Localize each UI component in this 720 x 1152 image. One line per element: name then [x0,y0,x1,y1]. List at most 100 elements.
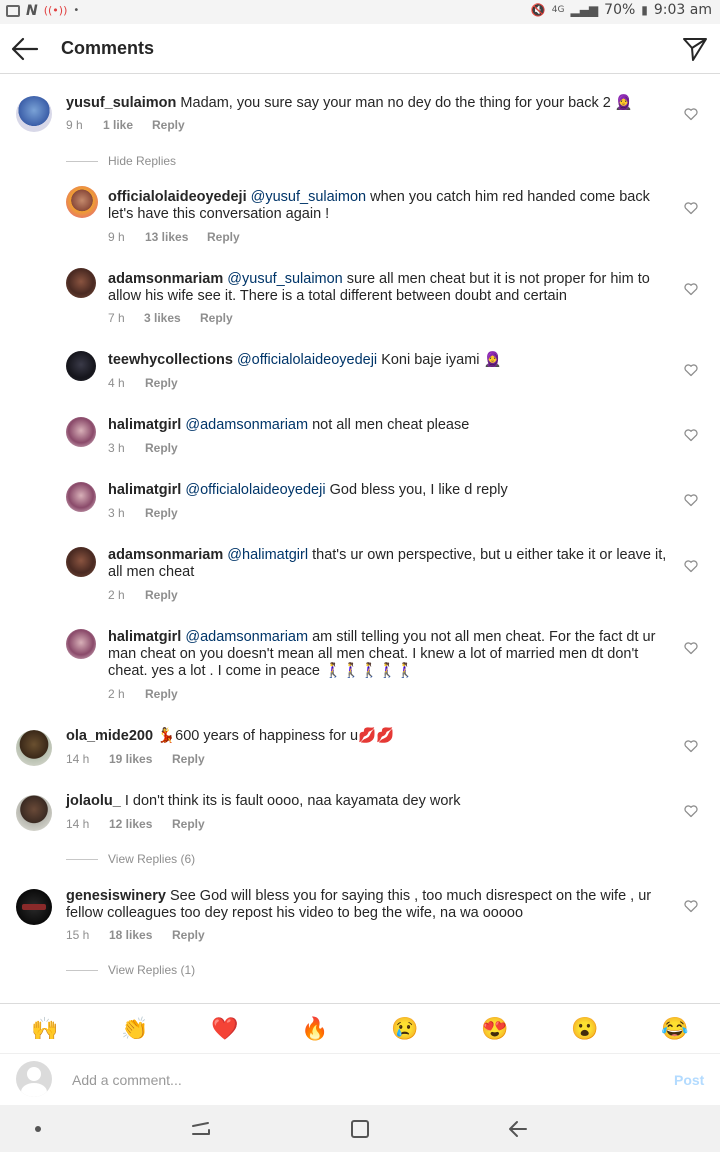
avatar[interactable] [66,351,96,381]
heart-icon[interactable] [684,201,698,215]
view-replies-toggle[interactable]: View Replies (6) [66,852,195,866]
comment-username[interactable]: yusuf_sulaimon [66,95,176,111]
comment-time: 9 h [66,118,83,132]
arrow-left-icon[interactable] [10,36,40,62]
mention-link[interactable]: @adamsonmariam [185,629,308,645]
clapping-emoji-button[interactable]: 👏 [121,1016,149,1042]
gallery-icon [6,5,20,17]
avatar[interactable] [16,795,52,831]
system-nav-bar [0,1105,720,1152]
recents-icon[interactable] [189,1117,213,1141]
comment-meta: 2 h Reply [108,687,178,701]
reply-button[interactable]: Reply [145,376,178,390]
view-replies-label[interactable]: View Replies (1) [108,963,195,977]
surprised-emoji-button[interactable]: 😮 [571,1016,599,1042]
comment-meta: 14 h 12 likes Reply [66,817,205,831]
comment-text: adamsonmariam @yusuf_sulaimon sure all m… [108,271,668,305]
avatar[interactable] [66,417,96,447]
comment-text: officialolaideoyedeji @yusuf_sulaimon wh… [108,189,668,223]
back-icon[interactable] [506,1117,530,1141]
comment-likes[interactable]: 13 likes [145,230,207,244]
divider [66,969,98,971]
battery-level: 70% [604,2,636,18]
avatar[interactable] [66,268,96,298]
comment-likes[interactable]: 18 likes [109,928,172,942]
comment-likes[interactable]: 1 like [103,118,152,132]
avatar[interactable] [16,730,52,766]
avatar[interactable] [16,889,52,925]
broadcast-icon: ((•)) [43,4,68,17]
heart-icon[interactable] [684,493,698,507]
comment-meta: 2 h Reply [108,588,178,602]
reply-button[interactable]: Reply [207,230,240,244]
crying-emoji-button[interactable]: 😢 [391,1016,419,1042]
comment-username[interactable]: adamsonmariam [108,547,223,563]
heart-icon[interactable] [684,804,698,818]
avatar[interactable] [66,482,96,512]
comment-text: teewhycollections @officialolaideoyedeji… [108,352,668,369]
news-app-icon: N [26,3,38,19]
reply-button[interactable]: Reply [145,588,178,602]
hide-replies-toggle[interactable]: Hide Replies [66,154,176,168]
comment-username[interactable]: teewhycollections [108,352,233,368]
post-button[interactable]: Post [674,1072,704,1088]
reply-button[interactable]: Reply [152,118,185,132]
comment-username[interactable]: jolaolu_ [66,793,121,809]
mention-link[interactable]: @officialolaideoyedeji [237,352,377,368]
heart-icon[interactable] [684,363,698,377]
comment-input[interactable] [72,1068,652,1092]
home-icon[interactable] [348,1117,372,1141]
reply-button[interactable]: Reply [145,687,178,701]
comment-username[interactable]: halimatgirl [108,417,181,433]
hide-replies-label[interactable]: Hide Replies [108,154,176,168]
comment-username[interactable]: adamsonmariam [108,271,223,287]
heart-icon[interactable] [684,899,698,913]
reply-button[interactable]: Reply [172,817,205,831]
reply-button[interactable]: Reply [172,752,205,766]
comment-likes[interactable]: 19 likes [109,752,172,766]
comment-username[interactable]: ola_mide200 [66,728,153,744]
raised-hands-emoji-button[interactable]: 🙌 [31,1016,59,1042]
avatar[interactable] [66,186,98,218]
heart-eyes-emoji-button[interactable]: 😍 [481,1016,509,1042]
heart-icon[interactable] [684,641,698,655]
laughing-emoji-button[interactable]: 😂 [661,1016,689,1042]
comment-text: halimatgirl @adamsonmariam am still tell… [108,629,668,680]
heart-icon[interactable] [684,559,698,573]
reply-button[interactable]: Reply [145,441,178,455]
comment-meta: 14 h 19 likes Reply [66,752,205,766]
avatar[interactable] [66,629,96,659]
brand-logo-icon [22,904,46,910]
reply-button[interactable]: Reply [172,928,205,942]
heart-emoji-button[interactable]: ❤️ [211,1016,239,1042]
avatar[interactable] [16,96,52,132]
comment-likes[interactable]: 12 likes [109,817,172,831]
fire-emoji-button[interactable]: 🔥 [301,1016,329,1042]
mention-link[interactable]: @adamsonmariam [185,417,308,433]
view-replies-label[interactable]: View Replies (6) [108,852,195,866]
mention-link[interactable]: @officialolaideoyedeji [185,482,325,498]
comment-likes[interactable]: 3 likes [144,311,200,325]
mention-link[interactable]: @yusuf_sulaimon [227,271,342,287]
reply-button[interactable]: Reply [145,506,178,520]
avatar[interactable] [66,547,96,577]
comment-username[interactable]: genesiswinery [66,888,166,904]
mute-icon: 🔇 [530,3,546,17]
comment-username[interactable]: halimatgirl [108,629,181,645]
view-replies-toggle[interactable]: View Replies (1) [66,963,195,977]
dot-icon[interactable] [26,1117,50,1141]
paper-plane-icon[interactable] [682,36,708,62]
heart-icon[interactable] [684,739,698,753]
heart-icon[interactable] [684,282,698,296]
comment-text: ola_mide200 💃600 years of happiness for … [66,728,666,745]
reply-button[interactable]: Reply [200,311,233,325]
mention-link[interactable]: @yusuf_sulaimon [251,189,366,205]
comment-time: 15 h [66,928,90,942]
heart-icon[interactable] [684,107,698,121]
mention-link[interactable]: @halimatgirl [227,547,308,563]
heart-icon[interactable] [684,428,698,442]
comment-meta: 4 h Reply [108,376,178,390]
comment-username[interactable]: officialolaideoyedeji [108,189,247,205]
page-title: Comments [61,38,155,58]
comment-username[interactable]: halimatgirl [108,482,181,498]
